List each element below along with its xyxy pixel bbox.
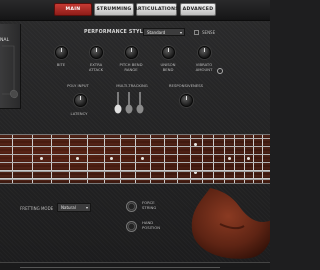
guitar-2-icon[interactable] xyxy=(125,92,133,114)
poly-input-label: POLY INPUT xyxy=(67,83,89,88)
fret-marker xyxy=(247,157,251,161)
guitar-body-image xyxy=(191,188,270,259)
performance-style-label: PERFORMANCE STYLE xyxy=(84,30,147,35)
plugin-window: MAIN STRUMMING ARTICULATIONS ADVANCED NA… xyxy=(0,0,270,270)
multi-tracking-guitar-icons[interactable] xyxy=(112,91,152,115)
bite-label: BITE xyxy=(56,62,66,67)
force-string-button[interactable] xyxy=(126,201,137,212)
pitch-bend-range-knob[interactable] xyxy=(125,46,138,59)
sense-label: SENSE xyxy=(202,30,216,35)
vibrato-sync-toggle[interactable] xyxy=(217,68,223,74)
performance-style-dropdown[interactable]: Standard ▾ xyxy=(143,28,185,36)
sense-checkbox[interactable] xyxy=(194,30,199,35)
chevron-down-icon: ▾ xyxy=(179,30,182,35)
responsiveness-knob[interactable] xyxy=(180,94,193,107)
guitar-3-icon[interactable] xyxy=(136,92,144,114)
latency-knob[interactable] xyxy=(74,94,87,107)
multi-tracking-label: MULTI-TRACKING xyxy=(116,83,148,88)
fretting-mode-label: FRETTING MODE xyxy=(20,206,54,211)
tab-strumming[interactable]: STRUMMING xyxy=(94,3,134,16)
hand-position-label: HAND POSITION xyxy=(142,220,161,230)
vibrato-amount-knob[interactable] xyxy=(198,46,211,59)
guitar-1-icon[interactable] xyxy=(114,92,122,114)
fretting-mode-value: Natural xyxy=(61,205,76,210)
guitar-slot-icon xyxy=(2,45,18,99)
bottom-bar xyxy=(0,262,270,270)
pitch-bend-range-label: PITCH BEND RANGE xyxy=(119,62,143,72)
latency-label: LATENCY xyxy=(70,111,88,116)
chevron-down-icon: ▾ xyxy=(85,205,88,210)
vibrato-amount-label: VIBRATO AMOUNT xyxy=(195,62,213,72)
fret-marker xyxy=(141,157,145,161)
fret-marker xyxy=(76,157,80,161)
tab-main[interactable]: MAIN xyxy=(54,3,92,16)
fret-marker xyxy=(228,157,232,161)
fretting-mode-dropdown[interactable]: Natural ▾ xyxy=(57,203,91,212)
fret-marker xyxy=(110,157,114,161)
extra-attack-knob[interactable] xyxy=(90,46,103,59)
tab-articulations[interactable]: ARTICULATIONS xyxy=(134,3,179,16)
extra-attack-label: EXTRA ATTACK xyxy=(88,62,104,72)
bite-knob[interactable] xyxy=(55,46,68,59)
performance-style-value: Standard xyxy=(147,30,166,35)
unison-bend-label: UNISON BEND xyxy=(160,62,176,72)
tab-advanced[interactable]: ADVANCED xyxy=(180,3,216,16)
fret-marker xyxy=(40,157,44,161)
tab-bar: MAIN STRUMMING ARTICULATIONS ADVANCED xyxy=(0,0,270,21)
side-panel: NAL xyxy=(0,24,21,109)
fretboard[interactable] xyxy=(0,134,270,184)
unison-bend-knob[interactable] xyxy=(162,46,175,59)
hand-position-button[interactable] xyxy=(126,221,137,232)
responsiveness-label: RESPONSIVENESS xyxy=(168,83,204,88)
force-string-label: FORCE STRING xyxy=(142,200,157,210)
